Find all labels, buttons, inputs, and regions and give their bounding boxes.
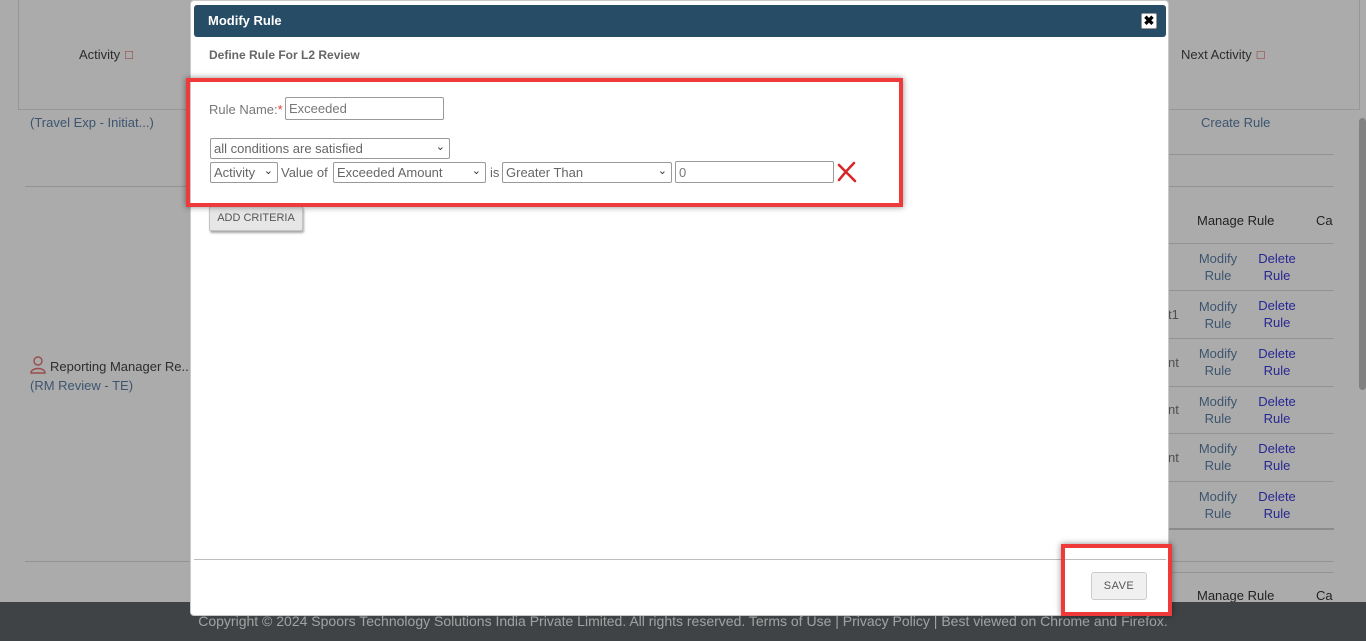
modal-header: Modify Rule ✖ — [194, 5, 1166, 37]
save-button[interactable]: SAVE — [1091, 572, 1147, 600]
criteria-field-select[interactable]: Exceeded Amount ⌄ — [333, 162, 486, 183]
modal-title: Modify Rule — [208, 13, 282, 28]
rule-name-input[interactable] — [285, 97, 444, 120]
chevron-down-icon: ⌄ — [435, 141, 445, 153]
chevron-down-icon: ⌄ — [263, 165, 273, 177]
criteria-source-select[interactable]: Activity ⌄ — [210, 162, 278, 183]
add-criteria-button[interactable]: ADD CRITERIA — [209, 206, 303, 231]
chevron-down-icon: ⌄ — [657, 165, 667, 177]
remove-criteria-icon[interactable] — [836, 161, 858, 183]
criteria-source-value: Activity — [214, 165, 256, 180]
condition-mode-select[interactable]: all conditions are satisfied ⌄ — [210, 138, 450, 159]
criteria-field-value: Exceeded Amount — [337, 165, 443, 180]
modal-footer-divider — [194, 559, 1166, 560]
criteria-operator-select[interactable]: Greater Than ⌄ — [502, 162, 672, 183]
value-of-label: Value of — [281, 165, 328, 180]
rule-name-label: Rule Name:* — [209, 102, 283, 117]
chevron-down-icon: ⌄ — [471, 165, 481, 177]
modify-rule-modal: Modify Rule ✖ Define Rule For L2 Review … — [190, 0, 1169, 616]
condition-mode-value: all conditions are satisfied — [214, 141, 363, 156]
criteria-value-input[interactable] — [675, 161, 834, 183]
is-label: is — [490, 165, 500, 180]
modal-subtitle: Define Rule For L2 Review — [209, 48, 360, 62]
criteria-operator-value: Greater Than — [506, 165, 584, 180]
close-icon[interactable]: ✖ — [1141, 13, 1157, 29]
